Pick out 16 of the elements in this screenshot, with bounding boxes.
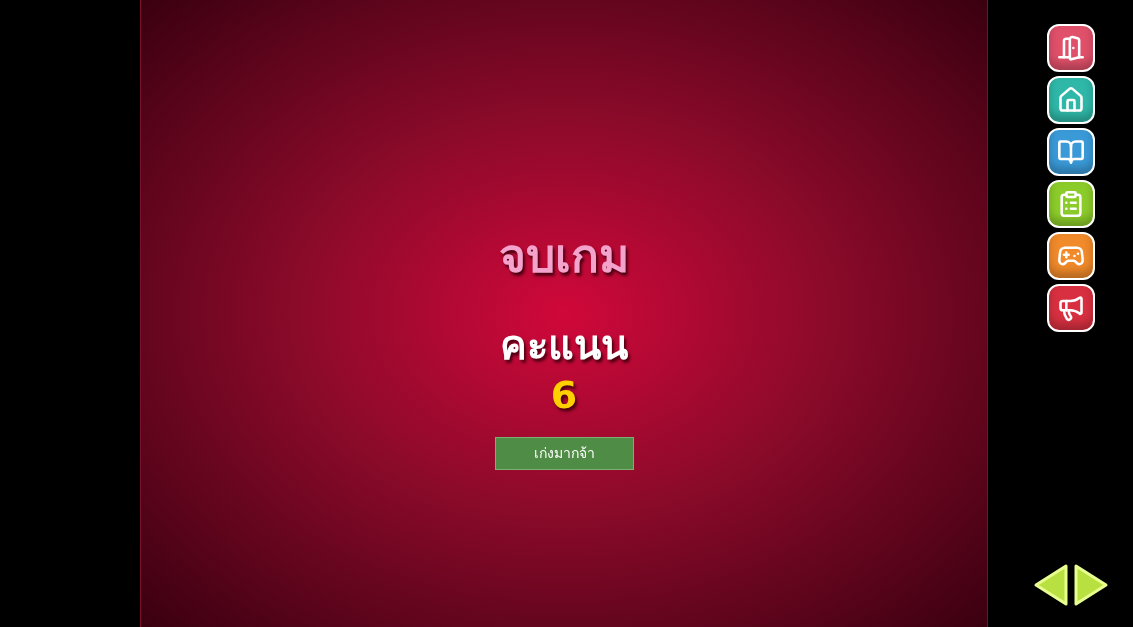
menu-button[interactable]: [1046, 76, 1095, 124]
menu-button[interactable]: [1046, 180, 1095, 228]
menu-button[interactable]: [1046, 232, 1095, 280]
exit-door-icon: [1056, 34, 1085, 62]
score-value: 6: [550, 371, 578, 419]
previous-arrow-icon[interactable]: [1032, 563, 1069, 607]
book-icon: [1056, 138, 1085, 166]
praise-button[interactable]: เก่งมากจ้า: [494, 437, 634, 470]
menu-button[interactable]: [1046, 284, 1095, 332]
megaphone-icon: [1056, 294, 1085, 322]
house-icon: [1056, 86, 1085, 114]
game-over-title: จบเกม: [499, 228, 629, 285]
next-arrow-icon[interactable]: [1072, 563, 1109, 607]
score-label: คะแนน: [500, 320, 628, 370]
menu-button[interactable]: [1046, 128, 1095, 176]
menu-button[interactable]: [1046, 24, 1095, 72]
